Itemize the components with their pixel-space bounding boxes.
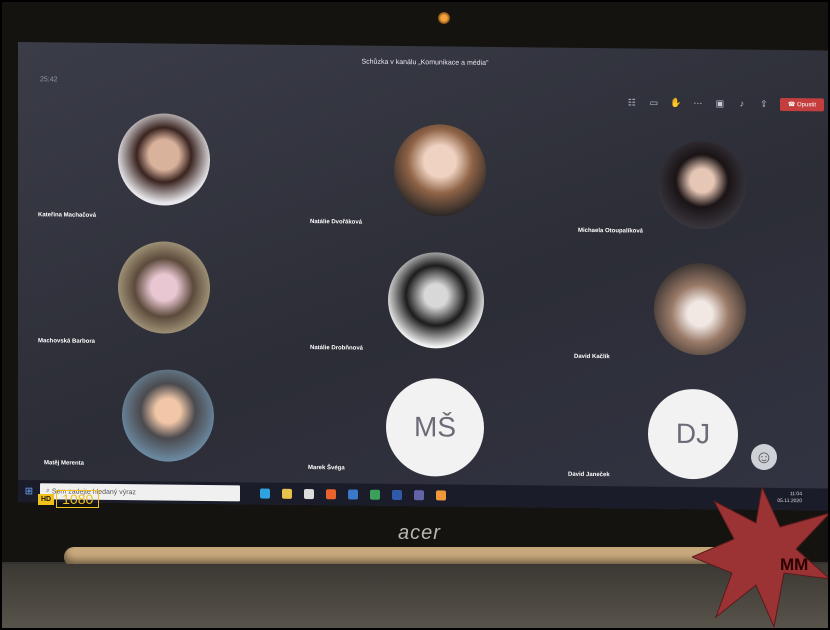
meeting-timer: 25:42 <box>40 76 58 84</box>
webcam-icon <box>438 12 450 24</box>
avatar <box>122 369 214 463</box>
leave-button[interactable]: ☎ Opustit <box>779 97 824 111</box>
edge-icon[interactable] <box>260 488 270 499</box>
hd-sticker: HD 1080 <box>38 490 100 508</box>
participant-name: Matěj Merenta <box>44 460 85 467</box>
phone-icon: ☎ <box>787 101 797 108</box>
camera-icon[interactable]: ▣ <box>714 98 726 109</box>
windows-start-icon[interactable]: ⊞ <box>18 486 40 497</box>
avatar <box>118 113 210 207</box>
explorer-icon[interactable] <box>282 488 292 499</box>
participant-name: David Janeček <box>568 471 610 479</box>
hd-badge: HD <box>38 493 55 505</box>
title-bar: Schůzka v kanálu „Komunikace a média" <box>18 42 828 87</box>
teams-screen: Schůzka v kanálu „Komunikace a média" 25… <box>18 42 828 511</box>
participant-name: Marek Švéga <box>308 465 345 472</box>
participant-name: David Kačlík <box>574 353 610 361</box>
chrome-icon[interactable] <box>370 489 380 500</box>
participant-initials: MŠ <box>386 377 484 477</box>
participant-name: Natálie Dvořáková <box>310 219 363 226</box>
emoji-icon: ☺ <box>751 444 777 470</box>
resolution-label: 1080 <box>56 490 100 508</box>
participant-initials: DJ <box>648 388 738 480</box>
teams-icon[interactable] <box>414 490 424 501</box>
avatar <box>118 241 210 335</box>
participant-name: Kateřina Machačová <box>38 212 97 219</box>
chat-icon[interactable]: ▭ <box>648 97 660 108</box>
participant-name: Machovská Barbora <box>38 338 96 345</box>
participant-name: Natálie Drobňnová <box>310 345 364 352</box>
more-icon[interactable]: ⋯ <box>692 98 704 109</box>
word-icon[interactable] <box>392 489 402 501</box>
acer-logo: acer <box>398 522 441 544</box>
store-icon[interactable] <box>304 488 314 500</box>
avatar <box>388 251 484 349</box>
star-shape <box>692 485 828 628</box>
taskbar-apps <box>260 488 446 501</box>
meeting-title: Schůzka v kanálu „Komunikace a média" <box>361 58 489 67</box>
share-icon[interactable]: ⇪ <box>758 98 770 109</box>
raise-hand-icon[interactable]: ✋ <box>670 97 682 108</box>
avatar <box>654 262 746 356</box>
photo-frame: Schůzka v kanálu „Komunikace a média" 25… <box>0 0 830 630</box>
avatar <box>658 140 746 230</box>
participants-icon[interactable]: ☷ <box>626 97 638 108</box>
participant-name: Michaela Otoupalíková <box>578 227 644 235</box>
mail-icon[interactable] <box>348 489 358 500</box>
mic-icon[interactable]: ♪ <box>736 99 748 109</box>
star-text: MM <box>780 555 809 574</box>
meeting-toolbar: ☷ ▭ ✋ ⋯ ▣ ♪ ⇪ ☎ Opustit <box>626 94 828 112</box>
avatar <box>394 123 486 217</box>
photos-icon[interactable] <box>436 490 446 501</box>
firefox-icon[interactable] <box>326 489 336 500</box>
